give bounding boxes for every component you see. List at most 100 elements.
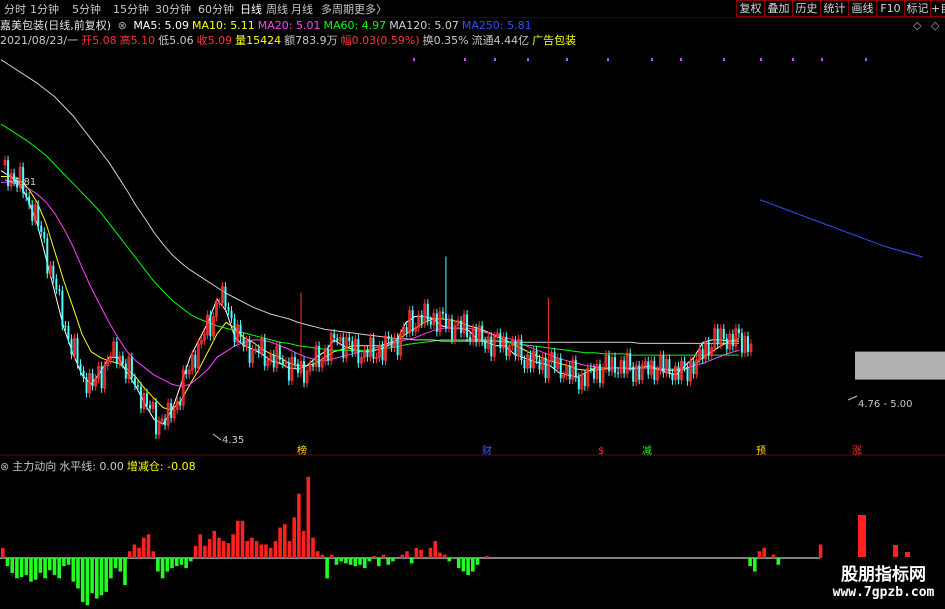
candle-body xyxy=(76,338,79,364)
candle-body xyxy=(25,193,28,197)
candle-body xyxy=(239,324,242,338)
histogram-bar xyxy=(123,558,127,586)
candle-body xyxy=(133,378,136,386)
histogram-bar xyxy=(142,537,146,558)
low-price-pointer xyxy=(212,433,222,441)
signal-dot xyxy=(821,58,823,61)
candle-body xyxy=(514,340,517,357)
histogram-bar xyxy=(367,558,372,562)
candle-body xyxy=(614,357,617,373)
histogram-bar xyxy=(189,558,193,562)
indicator-level: 水平线: 0.00 xyxy=(59,460,124,473)
event-marker-2: $ xyxy=(598,446,604,457)
event-marker-5: 涨 xyxy=(852,445,862,457)
histogram-bar xyxy=(10,558,14,573)
candle-body xyxy=(429,320,432,325)
candle-body xyxy=(366,350,369,357)
candle-body xyxy=(707,341,710,356)
candle-body xyxy=(441,311,444,314)
histogram-bar xyxy=(456,558,461,569)
candle-body xyxy=(40,225,43,233)
candle-body xyxy=(598,364,601,383)
candle-body xyxy=(287,361,290,381)
histogram-bar xyxy=(334,558,339,565)
histogram-bar xyxy=(132,544,137,558)
candle-body xyxy=(381,345,384,361)
candle-body xyxy=(79,363,82,371)
candle-body xyxy=(387,336,390,339)
histogram-bar xyxy=(33,558,38,580)
candle-body xyxy=(426,303,429,321)
candle-body xyxy=(559,358,562,378)
histogram-bar xyxy=(771,554,776,558)
candle-body xyxy=(342,337,345,358)
candle-body xyxy=(296,363,299,373)
candle-body xyxy=(170,403,173,418)
candle-body xyxy=(523,360,526,369)
candle-body xyxy=(43,232,46,239)
signal-dot xyxy=(527,58,529,61)
histogram-bar xyxy=(818,544,823,558)
candle-body xyxy=(263,338,266,366)
candle-body xyxy=(529,354,532,369)
histogram-bar xyxy=(174,558,179,567)
histogram-bar xyxy=(381,554,386,558)
candle-body xyxy=(55,278,58,290)
histogram-bar xyxy=(344,558,348,564)
ma-line-ma60 xyxy=(0,123,739,356)
candle-body xyxy=(475,328,478,342)
candle-body xyxy=(179,401,182,406)
histogram-bar xyxy=(76,558,80,589)
candle-body xyxy=(638,365,641,380)
signal-dot xyxy=(413,58,415,61)
candle-body xyxy=(333,333,336,339)
histogram-bar xyxy=(127,551,132,558)
candle-body xyxy=(139,386,142,409)
histogram-bar xyxy=(433,541,437,558)
watermark-line2: www.7gpzb.com xyxy=(832,585,935,600)
histogram-bar xyxy=(438,552,442,558)
candle-body xyxy=(28,196,31,205)
candle-body xyxy=(405,327,408,333)
histogram-bar xyxy=(405,551,409,558)
histogram-bar xyxy=(29,558,33,582)
candle-body xyxy=(31,204,34,221)
histogram-bar xyxy=(268,547,273,558)
histogram-bar xyxy=(273,541,278,558)
signal-dot xyxy=(494,58,496,61)
candle-body xyxy=(272,354,275,368)
candle-body xyxy=(61,290,64,326)
candle-body xyxy=(194,354,197,368)
candle-body xyxy=(396,337,399,356)
candle-body xyxy=(82,370,85,378)
candle-body xyxy=(224,286,227,308)
candle-body xyxy=(46,238,49,274)
histogram-bar xyxy=(236,520,240,558)
histogram-bar xyxy=(48,558,52,571)
histogram-bar xyxy=(485,555,489,558)
candle-body xyxy=(444,313,447,328)
candle-body xyxy=(686,366,689,382)
histogram-bar xyxy=(207,539,212,558)
candle-body xyxy=(553,352,556,369)
candle-body xyxy=(372,337,375,359)
histogram-bar xyxy=(71,558,76,582)
histogram-bar xyxy=(330,554,334,558)
candle-body xyxy=(740,333,743,353)
candle-body xyxy=(37,204,40,226)
histogram-bar xyxy=(1,547,5,558)
event-marker-4: 预 xyxy=(756,445,766,457)
kline-chart[interactable]: 6.81 4.35 4.76 - 5.00 榜 财 $ 减 预 涨 xyxy=(0,0,945,609)
event-marker-3: 减 xyxy=(642,445,652,457)
candle-body xyxy=(653,360,656,380)
candle-body xyxy=(577,377,580,390)
candle-body xyxy=(70,339,73,355)
histogram-bar xyxy=(414,547,419,558)
candle-body xyxy=(85,377,88,393)
histogram-bar xyxy=(52,558,57,575)
ma-line-ma250 xyxy=(759,199,923,258)
candle-body xyxy=(725,338,728,350)
histogram-bar xyxy=(292,517,296,558)
indicator-settings-icon[interactable]: ⊗ xyxy=(0,460,9,473)
indicator-name[interactable]: 主力动向 xyxy=(12,458,56,474)
